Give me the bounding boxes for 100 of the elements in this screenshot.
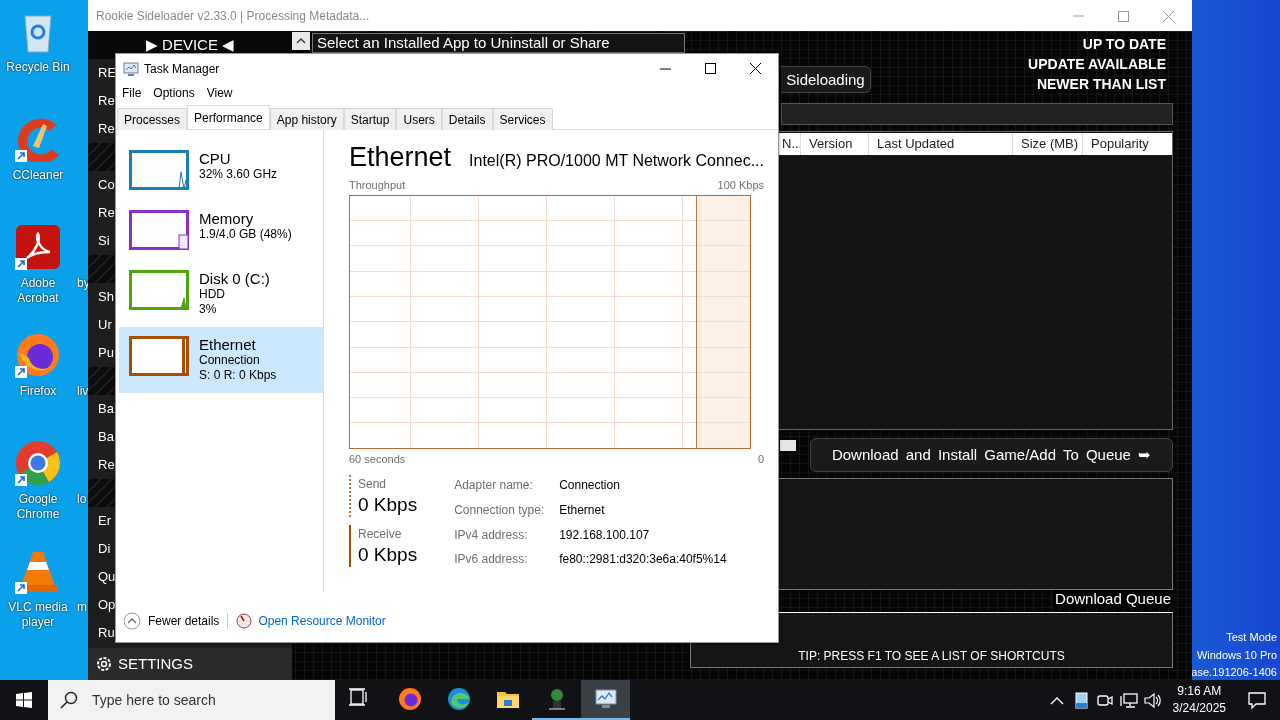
tab[interactable]: Users	[396, 108, 442, 130]
menu-item[interactable]: RE	[98, 65, 117, 81]
resource-item[interactable]: Disk 0 (C:) HDD 3%	[119, 261, 323, 321]
tip-text: TIP: PRESS F1 TO SEE A LIST OF SHORTCUTS	[798, 648, 1065, 665]
property-value: Ethernet	[559, 501, 606, 519]
menu-item[interactable]: Ru	[98, 625, 115, 641]
scroll-up-button[interactable]	[292, 32, 310, 50]
resource-name: Memory	[199, 210, 255, 227]
app-dropdown[interactable]: Select an Installed App to Uninstall or Share	[312, 33, 685, 53]
menu-item[interactable]: Re	[98, 121, 115, 137]
tab[interactable]: Startup	[343, 108, 397, 130]
fewer-details-button[interactable]: Fewer details	[123, 612, 220, 630]
legend-label: UPDATE AVAILABLE	[1028, 55, 1166, 74]
search-icon	[60, 691, 78, 709]
menu-item[interactable]: Si	[98, 233, 110, 249]
column-header[interactable]: Version	[800, 133, 868, 155]
adapter-name: Intel(R) PRO/1000 MT Network Connec...	[469, 151, 764, 171]
search-input[interactable]: Type here to search	[90, 688, 320, 712]
resource-stat: 32% 3.60 GHz	[199, 167, 278, 182]
menu-item[interactable]: Options	[147, 84, 201, 103]
acrobat-icon[interactable]	[15, 224, 61, 270]
menu-item[interactable]: Co	[98, 177, 115, 193]
menu-item[interactable]: Re	[98, 93, 115, 109]
menu-item[interactable]: Ba	[98, 429, 114, 445]
volume-icon[interactable]	[1142, 690, 1163, 710]
firefox-icon	[397, 687, 422, 711]
column-header[interactable]: Last Updated	[868, 133, 1012, 155]
firefox-icon[interactable]	[15, 332, 61, 378]
column-header[interactable]: N...	[782, 133, 800, 155]
gear-icon	[96, 656, 112, 672]
menu-item[interactable]: Qu	[98, 569, 116, 585]
search-field[interactable]: Type here to search	[48, 680, 335, 720]
ccleaner-icon[interactable]	[15, 116, 61, 162]
resource-item[interactable]: Ethernet Connection S: 0 R: 0 Kbps	[119, 327, 323, 393]
resource-monitor-link[interactable]: Open Resource Monitor	[236, 612, 386, 630]
edge-icon	[446, 687, 471, 711]
property-label: IPv6 address:	[454, 551, 529, 569]
stat-label: Receive	[358, 526, 403, 543]
tab[interactable]: App history	[269, 108, 344, 130]
menu-item[interactable]: Er	[98, 513, 111, 529]
menu-item[interactable]: Re	[98, 205, 115, 221]
settings-button[interactable]: SETTINGS	[88, 648, 292, 680]
stat-value: 0 Kbps	[358, 493, 418, 517]
detail-title: Ethernet	[349, 141, 452, 174]
notification-icon[interactable]	[1247, 690, 1267, 710]
sideloading-button[interactable]: Sideloading	[781, 66, 871, 93]
axis-label: 100 Kbps	[717, 178, 764, 192]
axis-label: 60 seconds	[349, 452, 406, 466]
gauge-icon	[236, 613, 253, 629]
column-header[interactable]: Size (MB)	[1012, 133, 1082, 155]
property-value: 192.168.100.107	[559, 526, 651, 544]
network-icon[interactable]	[1118, 690, 1139, 710]
legend-label: UP TO DATE	[1082, 35, 1166, 54]
resource-name: Ethernet	[199, 336, 257, 353]
property-label: Connection type:	[454, 501, 546, 519]
menu-item[interactable]: Di	[98, 541, 111, 557]
axis-label: 0	[757, 452, 764, 466]
resource-name: Disk 0 (C:)	[199, 270, 270, 287]
menu-item[interactable]: Op	[98, 597, 116, 613]
stat-value: 0 Kbps	[358, 543, 418, 567]
legend-label: NEWER THAN LIST	[1036, 75, 1166, 94]
tab[interactable]: Services	[492, 108, 553, 130]
axis-label: Throughput	[349, 178, 406, 192]
property-label: IPv4 address:	[454, 526, 529, 544]
download-button[interactable]: Download and Install Game/Add To Queue ➥	[810, 438, 1173, 472]
clock-date: 3/24/2025	[1172, 700, 1226, 717]
resource-stat: Connection	[199, 353, 261, 368]
taskbar-app[interactable]	[581, 680, 630, 720]
menu-item[interactable]: Sh	[98, 289, 114, 305]
tab[interactable]: Details	[441, 108, 493, 130]
watermark-text: Test Mode	[1225, 630, 1277, 645]
property-value: fe80::2981:d320:3e6a:40f5%14	[559, 551, 727, 569]
resource-stat: 3%	[199, 302, 218, 317]
resource-stat: 1.9/4.0 GB (48%)	[199, 227, 292, 242]
resource-item[interactable]: Memory 1.9/4.0 GB (48%)	[119, 201, 323, 261]
property-label: Adapter name:	[454, 477, 534, 494]
menu-item[interactable]: Ur	[98, 317, 112, 333]
window-title: Task Manager	[144, 61, 220, 78]
menu-item[interactable]: Pu	[98, 345, 114, 361]
resource-stat: S: 0 R: 0 Kbps	[199, 368, 277, 383]
stat-label: Send	[358, 476, 388, 493]
menu-item[interactable]: Ba	[98, 401, 114, 417]
watermark-text: ase.191206-1406	[1191, 665, 1277, 680]
resource-item[interactable]: CPU 32% 3.60 GHz	[119, 141, 323, 201]
section-label: Download Queue	[1053, 590, 1173, 608]
menu-item[interactable]: File	[116, 84, 148, 103]
tab[interactable]: Processes	[117, 108, 188, 130]
column-header[interactable]: Popularity	[1082, 133, 1164, 155]
search-field[interactable]	[781, 103, 1173, 125]
chevron-up-icon	[296, 38, 306, 44]
chevron-up-icon	[123, 612, 141, 630]
menu-item[interactable]: Re	[98, 457, 115, 473]
monitor-icon	[593, 687, 618, 711]
tab[interactable]: Performance	[187, 105, 270, 129]
monitor-icon	[123, 61, 139, 77]
resource-name: CPU	[199, 150, 232, 167]
property-value: Connection	[559, 477, 621, 494]
chrome-icon[interactable]	[15, 440, 61, 486]
menu-item[interactable]: View	[200, 84, 239, 103]
scrollbar-thumb[interactable]	[780, 440, 796, 451]
